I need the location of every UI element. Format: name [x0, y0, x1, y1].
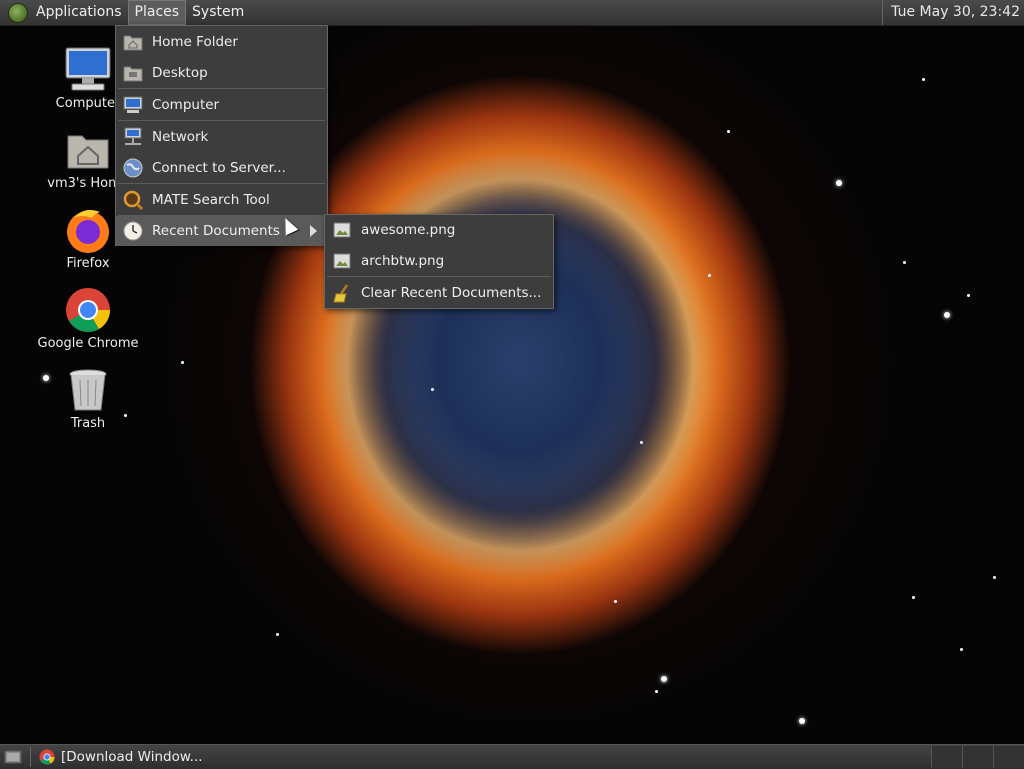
home-folder-icon — [64, 126, 112, 174]
globe-icon — [123, 158, 143, 178]
mate-logo-icon[interactable] — [8, 2, 28, 23]
recent-item-archbtw[interactable]: archbtw.png — [325, 246, 553, 276]
menu-item-label: Recent Documents — [152, 223, 280, 239]
desktop-icon-label: Firefox — [66, 256, 110, 271]
bottom-panel: [Download Window... — [0, 744, 1024, 769]
menu-item-label: Home Folder — [152, 34, 238, 50]
clock[interactable]: Tue May 30, 23:42 — [882, 0, 1024, 25]
image-file-icon — [332, 251, 352, 271]
chrome-icon — [64, 286, 112, 334]
menu-item-computer[interactable]: Computer — [116, 90, 327, 120]
workspace-1[interactable] — [931, 746, 962, 768]
submenu-arrow-icon — [310, 225, 317, 237]
desktop-icon-label: Trash — [70, 416, 106, 431]
menu-applications[interactable]: Applications — [30, 0, 128, 25]
desktop-icon-chrome[interactable]: Google Chrome — [28, 286, 148, 351]
menu-item-label: MATE Search Tool — [152, 192, 270, 208]
desktop-icon-label: Google Chrome — [37, 336, 139, 351]
taskbar-button-label: [Download Window... — [61, 749, 203, 765]
desktop-icon-trash[interactable]: Trash — [28, 366, 148, 431]
image-file-icon — [332, 220, 352, 240]
menu-item-label: Clear Recent Documents... — [361, 285, 542, 301]
menu-item-label: archbtw.png — [361, 253, 445, 269]
chrome-icon — [39, 749, 55, 765]
broom-icon — [332, 283, 352, 303]
menu-item-label: Connect to Server... — [152, 160, 286, 176]
recent-item-awesome[interactable]: awesome.png — [325, 215, 553, 245]
clock-icon — [123, 221, 143, 241]
menu-item-label: Computer — [152, 97, 220, 113]
menu-system[interactable]: System — [186, 0, 250, 25]
search-icon — [123, 190, 144, 211]
desktop-folder-icon — [123, 63, 143, 83]
menu-item-label: Network — [152, 129, 209, 145]
top-panel: Applications Places System Tue May 30, 2… — [0, 0, 1024, 26]
menu-separator — [118, 120, 325, 121]
menu-separator — [327, 276, 551, 277]
home-folder-icon — [123, 32, 143, 52]
menu-item-label: awesome.png — [361, 222, 456, 238]
menu-separator — [118, 183, 325, 184]
firefox-icon — [64, 206, 112, 254]
show-desktop-icon[interactable] — [4, 749, 22, 765]
workspace-3[interactable] — [993, 746, 1024, 768]
menu-item-desktop[interactable]: Desktop — [116, 58, 327, 88]
menu-item-home-folder[interactable]: Home Folder — [116, 27, 327, 57]
menu-separator — [118, 88, 325, 89]
clear-recent-documents[interactable]: Clear Recent Documents... — [325, 278, 553, 308]
taskbar-button-download-window[interactable]: [Download Window... — [39, 749, 203, 765]
menu-item-network[interactable]: Network — [116, 122, 327, 152]
workspace-2[interactable] — [962, 746, 993, 768]
places-menu: Home Folder Desktop Computer Network Con… — [115, 25, 328, 246]
menu-places[interactable]: Places — [127, 0, 187, 25]
network-icon — [123, 127, 143, 147]
menu-item-mate-search-tool[interactable]: MATE Search Tool — [116, 185, 327, 215]
recent-documents-submenu: awesome.png archbtw.png Clear Recent Doc… — [324, 214, 554, 309]
computer-icon — [123, 95, 143, 115]
menu-item-label: Desktop — [152, 65, 208, 81]
workspace-switcher[interactable] — [931, 746, 1024, 768]
computer-icon — [64, 46, 112, 94]
trash-icon — [64, 366, 112, 414]
menu-item-connect-to-server[interactable]: Connect to Server... — [116, 153, 327, 183]
